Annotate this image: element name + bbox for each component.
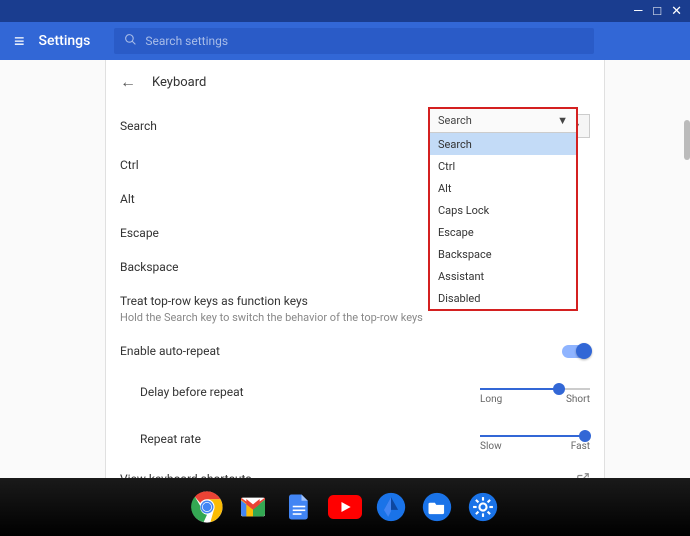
search-icon	[124, 33, 137, 50]
slider-max-label: Fast	[571, 441, 590, 452]
row-delay: Delay before repeat Long Short	[106, 368, 604, 415]
window-minimize-icon[interactable]: —	[633, 5, 643, 18]
row-autorepeat: Enable auto-repeat	[106, 334, 604, 368]
dropdown-option[interactable]: Search	[430, 133, 576, 155]
youtube-app-icon[interactable]	[328, 490, 362, 524]
hamburger-icon[interactable]: ≡	[14, 31, 25, 52]
page-title: Keyboard	[152, 75, 206, 90]
dropdown-option[interactable]: Caps Lock	[430, 199, 576, 221]
chrome-app-icon[interactable]	[190, 490, 224, 524]
window-maximize-icon[interactable]: □	[653, 5, 661, 18]
scrollbar-thumb[interactable]	[684, 120, 690, 160]
dropdown-option[interactable]: Disabled	[430, 287, 576, 309]
page-header: ← Keyboard	[106, 60, 604, 104]
row-label: Search	[120, 119, 450, 133]
drive-app-icon[interactable]	[374, 490, 408, 524]
row-label: Enable auto-repeat	[120, 344, 562, 358]
slider-min-label: Long	[480, 394, 502, 405]
dropdown-current-label: Search	[438, 114, 472, 127]
search-bar[interactable]	[114, 28, 594, 54]
row-rate: Repeat rate Slow Fast	[106, 415, 604, 462]
row-label: Delay before repeat	[140, 385, 480, 399]
window-titlebar: — □ ✕	[0, 0, 690, 22]
search-input[interactable]	[145, 34, 584, 48]
row-label: Repeat rate	[140, 432, 480, 446]
dropdown-current[interactable]: Search ▼	[430, 109, 576, 133]
window-close-icon[interactable]: ✕	[671, 5, 682, 18]
dropdown-option[interactable]: Ctrl	[430, 155, 576, 177]
chevron-down-icon: ▼	[557, 114, 568, 127]
slider-rate[interactable]: Slow Fast	[480, 425, 590, 452]
dropdown-option[interactable]: Backspace	[430, 243, 576, 265]
dropdown-option[interactable]: Escape	[430, 221, 576, 243]
docs-app-icon[interactable]	[282, 490, 316, 524]
dropdown-menu: Search ▼ Search Ctrl Alt Caps Lock Escap…	[428, 107, 578, 311]
shelf	[0, 478, 690, 536]
row-sublabel: Hold the Search key to switch the behavi…	[120, 311, 590, 324]
row-view-shortcuts[interactable]: View keyboard shortcuts	[106, 462, 604, 478]
dropdown-option[interactable]: Alt	[430, 177, 576, 199]
toggle-autorepeat[interactable]	[562, 345, 590, 358]
slider-delay[interactable]: Long Short	[480, 378, 590, 405]
gmail-app-icon[interactable]	[236, 490, 270, 524]
files-app-icon[interactable]	[420, 490, 454, 524]
slider-max-label: Short	[566, 394, 590, 405]
app-title: Settings	[39, 33, 91, 49]
settings-app-icon[interactable]	[466, 490, 500, 524]
dropdown-option[interactable]: Assistant	[430, 265, 576, 287]
content-shell: ← Keyboard Search Search ▼ Ctrl Alt Esca…	[0, 60, 690, 478]
back-arrow-icon[interactable]: ←	[120, 72, 136, 92]
app-header: ≡ Settings	[0, 22, 690, 60]
slider-min-label: Slow	[480, 441, 502, 452]
